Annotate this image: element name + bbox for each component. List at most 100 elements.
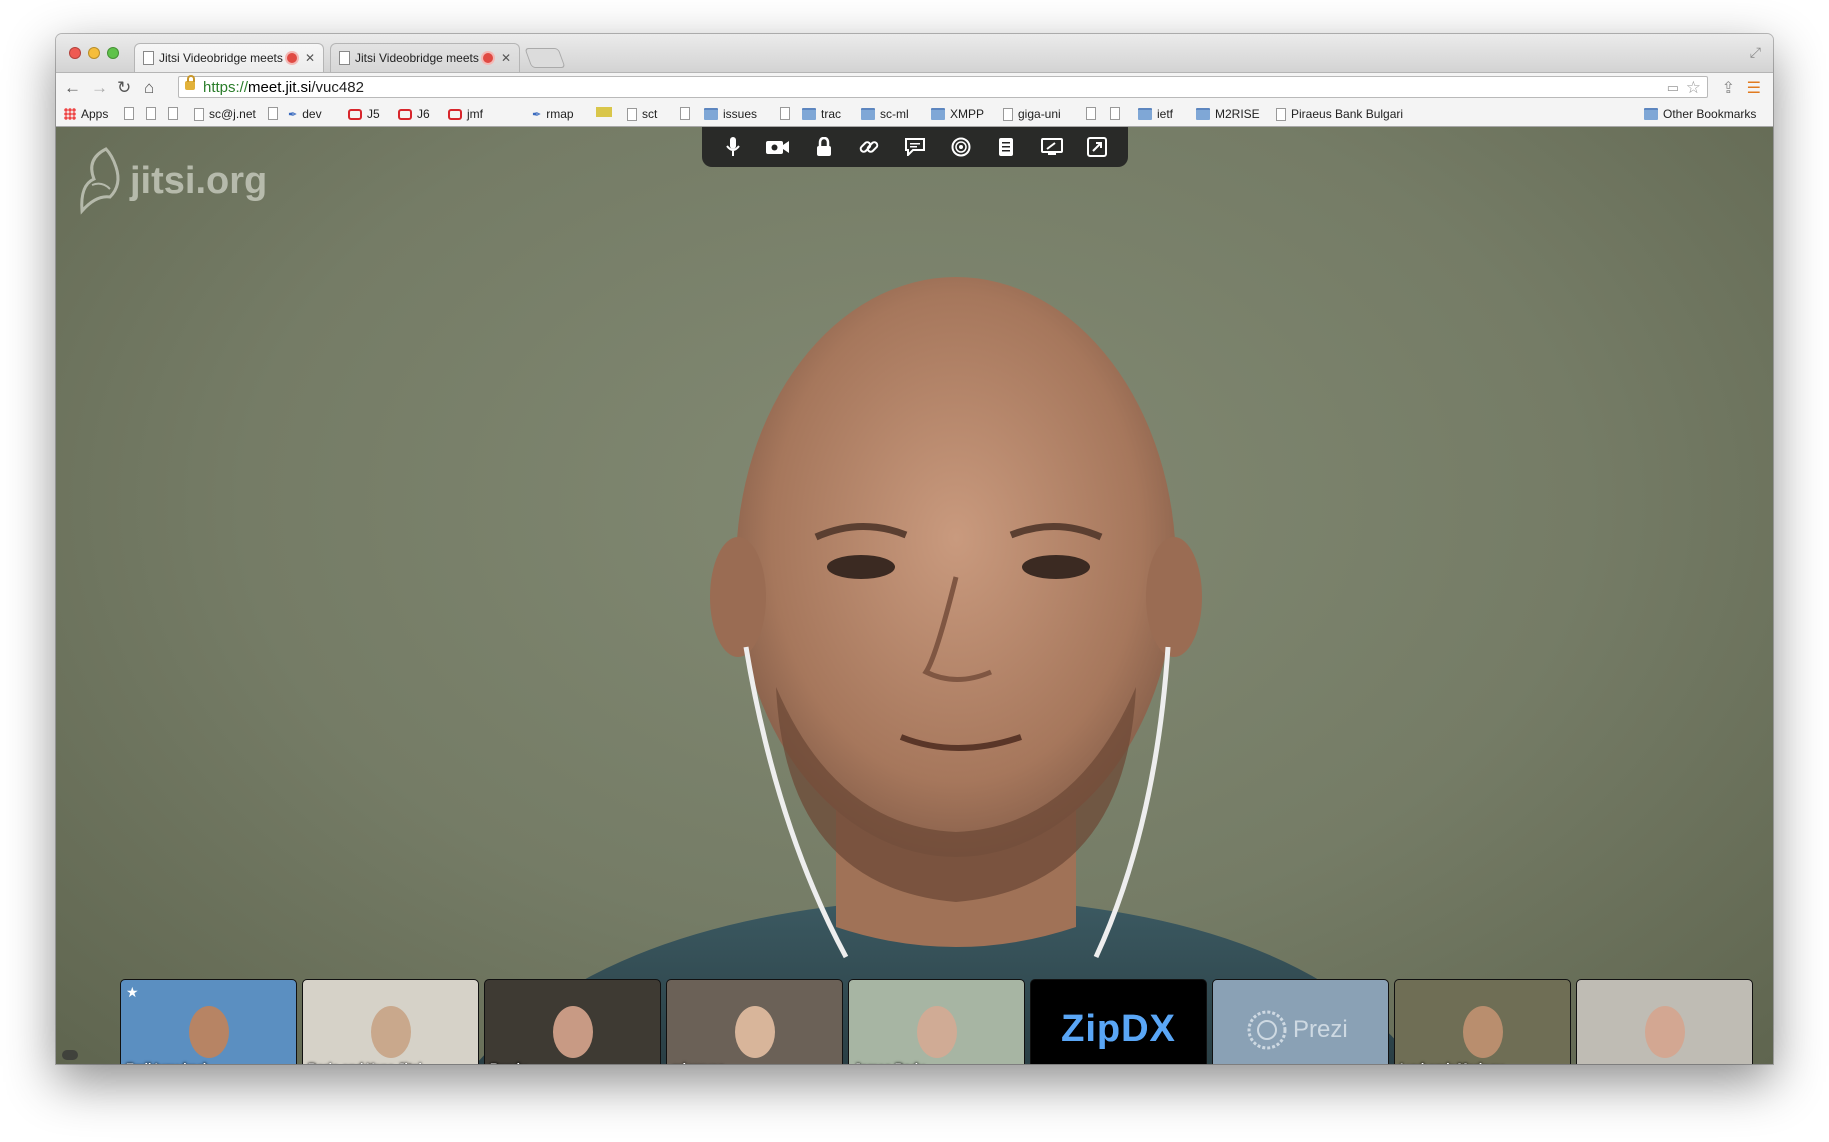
folder-icon <box>1196 108 1210 120</box>
link-icon[interactable] <box>855 133 883 161</box>
moderator-star-icon: ★ <box>126 984 139 1000</box>
recording-icon <box>286 53 297 63</box>
tab-title: Jitsi Videobridge meets <box>355 51 479 65</box>
participant-thumbnail[interactable]: Emil Ivov (me) ★ ✎ <box>120 979 297 1064</box>
page-icon <box>627 107 637 121</box>
minimize-window-button[interactable] <box>88 47 100 59</box>
camera-indicator-icon[interactable]: ▭ <box>1667 77 1679 99</box>
new-tab-button[interactable] <box>524 48 566 68</box>
camera-icon[interactable] <box>764 133 792 161</box>
bookmark-item[interactable] <box>596 107 617 117</box>
participant-name: James Body <box>854 1061 925 1064</box>
meeting-view: jitsi.org ★ ZipDX Prezi <box>56 127 1773 1064</box>
cloud-icon[interactable] <box>62 1050 78 1060</box>
jitsi-bird-icon <box>80 147 120 215</box>
participant-name: Emil Ivov (me) <box>126 1061 207 1064</box>
close-tab-icon[interactable]: ✕ <box>501 51 511 65</box>
bookmark-item[interactable] <box>1086 107 1101 120</box>
close-tab-icon[interactable]: ✕ <box>305 51 315 65</box>
chat-icon[interactable] <box>901 133 929 161</box>
edit-pencil-icon[interactable]: ✎ <box>281 1062 290 1064</box>
address-bar[interactable]: https://meet.jit.si/vuc482 ▭ ☆ <box>178 75 1708 99</box>
back-icon[interactable]: ← <box>64 78 81 98</box>
lock-icon[interactable] <box>810 133 838 161</box>
desktop-share-icon[interactable] <box>1038 133 1066 161</box>
pin-icon: ✒ <box>288 108 298 121</box>
participant-video <box>553 1006 593 1058</box>
fullscreen-icon[interactable] <box>1083 133 1111 161</box>
bookmark-apps[interactable]: Apps <box>64 107 108 121</box>
folder-icon <box>931 108 945 120</box>
participant-name: mjgraves <box>672 1061 725 1064</box>
close-window-button[interactable] <box>69 47 81 59</box>
bookmark-folder[interactable]: M2RISE <box>1196 107 1260 121</box>
bookmark-item[interactable] <box>680 107 695 120</box>
participant-thumbnail[interactable]: Prezi <box>1212 979 1389 1064</box>
folder-icon <box>861 108 875 120</box>
extension-icon[interactable]: ⇪ <box>1722 78 1735 98</box>
page-icon <box>1003 107 1013 121</box>
bookmark-item[interactable] <box>124 107 139 120</box>
participant-thumbnail[interactable] <box>1576 979 1753 1064</box>
participant-video <box>735 1006 775 1058</box>
bookmark-item[interactable]: sct <box>627 107 657 121</box>
bookmark-item[interactable] <box>146 107 161 120</box>
bookmark-item[interactable]: ✒ rmap <box>532 107 574 121</box>
participant-thumbnail[interactable]: mjgraves <box>666 979 843 1064</box>
page-icon <box>1276 107 1286 121</box>
browser-tab-1[interactable]: Jitsi Videobridge meets ✕ <box>134 43 324 72</box>
bookmark-item[interactable]: J6 <box>398 107 430 121</box>
bookmark-folder[interactable]: trac <box>802 107 841 121</box>
bookmark-item[interactable]: ✒ dev <box>288 107 322 121</box>
bookmark-item[interactable] <box>1110 107 1125 120</box>
bookmark-item[interactable]: giga-uni <box>1003 107 1061 121</box>
document-icon[interactable] <box>992 133 1020 161</box>
participant-thumbnail[interactable]: Randy <box>484 979 661 1064</box>
record-icon[interactable] <box>947 133 975 161</box>
participant-thumbnail[interactable]: ZipDX <box>1030 979 1207 1064</box>
tab-title: Jitsi Videobridge meets <box>159 51 283 65</box>
participant-name: Randy <box>490 1061 527 1064</box>
page-icon <box>168 107 178 120</box>
recording-icon <box>482 53 493 63</box>
bookmark-item[interactable]: sc@j.net <box>194 107 256 121</box>
participant-thumbnail[interactable]: Lyubomir Marinov <box>1394 979 1571 1064</box>
participant-thumbnail[interactable]: James Body <box>848 979 1025 1064</box>
bookmark-item[interactable]: J5 <box>348 107 380 121</box>
forward-icon[interactable]: → <box>91 78 108 98</box>
participant-name: Boris and Yana Jitsi <box>308 1061 422 1064</box>
browser-tab-2[interactable]: Jitsi Videobridge meets ✕ <box>330 43 520 72</box>
reload-icon[interactable]: ↻ <box>117 78 131 98</box>
bookmark-folder[interactable]: sc-ml <box>861 107 909 121</box>
oracle-icon <box>398 108 412 120</box>
other-bookmarks[interactable]: Other Bookmarks <box>1644 107 1756 121</box>
fullscreen-arrows-icon[interactable]: ⤢ <box>1750 44 1761 61</box>
bookmark-folder[interactable]: XMPP <box>931 107 984 121</box>
jitsi-logo: jitsi.org <box>76 145 267 217</box>
logo-text: jitsi.org <box>130 159 268 202</box>
bookmark-folder[interactable]: issues <box>704 107 757 121</box>
page-icon <box>1086 107 1096 120</box>
participant-thumbnail[interactable]: Boris and Yana Jitsi <box>302 979 479 1064</box>
folder-icon <box>1644 108 1658 120</box>
bookmark-item[interactable] <box>168 107 183 120</box>
page-icon <box>268 107 278 120</box>
menu-icon[interactable]: ☰ <box>1747 78 1761 98</box>
bookmark-item[interactable]: jmf <box>448 107 483 121</box>
lock-icon <box>185 75 195 90</box>
bookmark-item[interactable]: Piraeus Bank Bulgari <box>1276 107 1436 121</box>
participant-video <box>1645 1006 1685 1058</box>
bookmark-item[interactable] <box>268 107 283 120</box>
home-icon[interactable]: ⌂ <box>144 78 154 98</box>
apps-grid-icon <box>64 108 76 120</box>
bookmark-item[interactable] <box>780 107 795 120</box>
folder-icon <box>704 108 718 120</box>
url-scheme: https:// <box>203 79 249 96</box>
participant-video <box>917 1006 957 1058</box>
oracle-icon <box>448 108 462 120</box>
microphone-icon[interactable] <box>719 133 747 161</box>
page-icon <box>780 107 790 120</box>
bookmark-star-icon[interactable]: ☆ <box>1686 77 1701 99</box>
maximize-window-button[interactable] <box>107 47 119 59</box>
bookmark-folder[interactable]: ietf <box>1138 107 1173 121</box>
